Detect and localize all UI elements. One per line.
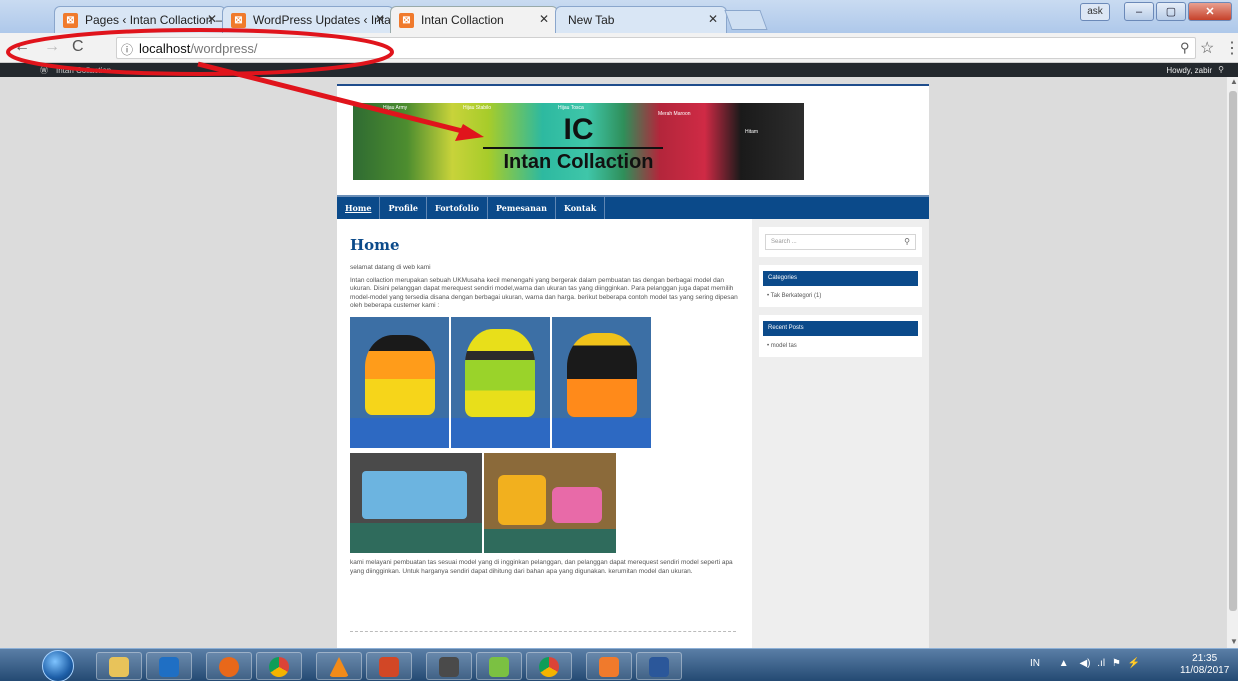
header-color-label: Hijau Stabilo	[463, 105, 492, 111]
bag-photo[interactable]	[552, 316, 651, 448]
scroll-up-icon[interactable]: ▲	[1230, 77, 1238, 86]
system-clock[interactable]: 21:35 11/08/2017	[1180, 653, 1229, 677]
menu-dots-icon[interactable]: ⋮	[1224, 38, 1238, 58]
scroll-down-icon[interactable]: ▼	[1230, 637, 1238, 646]
taskbar-explorer[interactable]	[96, 652, 142, 680]
nav-home[interactable]: Home	[337, 197, 381, 219]
taskbar-firefox[interactable]	[206, 652, 252, 680]
url-path: /wordpress/	[190, 41, 258, 56]
vertical-scrollbar[interactable]: ▲ ▼	[1226, 77, 1238, 648]
taskbar-powerpoint[interactable]	[366, 652, 412, 680]
xampp-favicon-icon: ⊠	[399, 13, 414, 28]
tab-new-tab[interactable]: New Tab ✕	[555, 6, 727, 33]
close-tab-icon[interactable]: ✕	[708, 12, 718, 26]
browser-tab-strip: ⊠ Pages ‹ Intan Collaction – ✕ ⊠ WordPre…	[0, 0, 1238, 33]
howdy-user[interactable]: Howdy, zabir	[1166, 66, 1212, 75]
clock-time: 21:35	[1192, 653, 1218, 664]
admin-site-name[interactable]: Intan Collaction	[56, 66, 111, 75]
search-icon[interactable]: ⚲	[904, 237, 910, 246]
close-tab-icon[interactable]: ✕	[207, 12, 217, 26]
bag-photo[interactable]	[350, 316, 449, 448]
bag-photo[interactable]	[451, 316, 550, 448]
xampp-favicon-icon: ⊠	[231, 13, 246, 28]
taskbar-chrome-2[interactable]	[526, 652, 572, 680]
search-widget: Search ... ⚲	[759, 227, 922, 257]
tab-intan-collaction[interactable]: ⊠ Intan Collaction ✕	[390, 6, 558, 33]
signal-icon[interactable]: .ıl	[1097, 658, 1105, 669]
nav-fortofolio[interactable]: Fortofolio	[427, 197, 488, 219]
tab-pages[interactable]: ⊠ Pages ‹ Intan Collaction – ✕	[54, 6, 226, 33]
recent-posts-title: Recent Posts	[763, 321, 918, 336]
list-item[interactable]: • model tas	[759, 336, 922, 355]
forward-arrow-icon[interactable]: →	[44, 38, 60, 56]
zoom-icon[interactable]: ⚲	[1180, 40, 1190, 56]
reload-icon[interactable]: C	[72, 38, 84, 56]
volume-icon[interactable]: ◀)	[1079, 658, 1090, 669]
header-color-label: Hijau Tosca	[558, 105, 584, 111]
close-tab-icon[interactable]: ✕	[539, 12, 549, 26]
bag-photo[interactable]	[484, 452, 616, 553]
nav-kontak[interactable]: Kontak	[556, 197, 606, 219]
header-site-title: Intan Collaction	[503, 151, 654, 173]
url-host: localhost	[139, 41, 191, 56]
language-badge: ask	[1080, 3, 1110, 21]
nav-profile[interactable]: Profile	[380, 197, 427, 219]
input-language[interactable]: IN	[1030, 658, 1040, 669]
taskbar-vlc[interactable]	[316, 652, 362, 680]
bag-photo[interactable]	[350, 452, 482, 553]
search-input[interactable]: Search ... ⚲	[765, 234, 916, 250]
minimize-button[interactable]: –	[1124, 2, 1154, 21]
nav-pemesanan[interactable]: Pemesanan	[488, 197, 556, 219]
xampp-favicon-icon: ⊠	[63, 13, 78, 28]
start-button[interactable]	[42, 650, 74, 681]
page-title: Home	[350, 236, 400, 254]
header-divider	[483, 147, 663, 149]
back-arrow-icon[interactable]: ←	[14, 38, 30, 56]
address-bar[interactable]: ⓘ localhost/wordpress/	[116, 37, 1196, 59]
product-gallery	[350, 316, 740, 553]
categories-widget: Categories • Tak Berkategori (1)	[759, 265, 922, 307]
system-tray[interactable]: IN ▲ ◀) .ıl ⚑ ⚡	[1030, 658, 1140, 669]
show-hidden-icons-icon[interactable]: ▲	[1059, 658, 1069, 669]
header-color-label: Hijau Army	[383, 105, 408, 111]
intro-text: selamat datang di web kami	[350, 264, 431, 271]
taskbar-chrome[interactable]	[256, 652, 302, 680]
sidebar: Search ... ⚲ Categories • Tak Berkategor…	[752, 219, 929, 648]
close-tab-icon[interactable]: ✕	[375, 12, 385, 26]
clock-date: 11/08/2017	[1180, 665, 1230, 676]
main-content: Home selamat datang di web kami Intan co…	[350, 236, 740, 580]
taskbar-sublime[interactable]	[426, 652, 472, 680]
paragraph-1: Intan collaction merupakan sebuah UKMusa…	[350, 276, 738, 310]
tab-wordpress-updates[interactable]: ⊠ WordPress Updates ‹ Inta ✕	[222, 6, 394, 33]
browser-toolbar: ← → C ⓘ localhost/wordpress/ ⚲ ☆ ⋮	[0, 33, 1238, 63]
taskbar-xampp[interactable]	[586, 652, 632, 680]
windows-taskbar: IN ▲ ◀) .ıl ⚑ ⚡ 21:35 11/08/2017	[0, 648, 1238, 681]
action-center-flag-icon[interactable]: ⚑	[1112, 658, 1121, 669]
admin-search-icon[interactable]: ⚲	[1218, 65, 1224, 74]
wp-admin-bar: Ⓦ Intan Collaction Howdy, zabir ⚲	[0, 63, 1238, 77]
main-navigation: Home Profile Fortofolio Pemesanan Kontak	[337, 195, 929, 219]
taskbar-media-player[interactable]	[146, 652, 192, 680]
screen: ⊠ Pages ‹ Intan Collaction – ✕ ⊠ WordPre…	[0, 0, 1238, 681]
power-icon[interactable]: ⚡	[1128, 658, 1140, 669]
header-ic-logo: IC	[563, 113, 594, 146]
bookmark-star-icon[interactable]: ☆	[1200, 38, 1214, 58]
scroll-thumb[interactable]	[1229, 91, 1237, 611]
categories-title: Categories	[763, 271, 918, 286]
window-controls: – ▢ ✕	[1122, 2, 1232, 22]
taskbar-word[interactable]	[636, 652, 682, 680]
info-icon[interactable]: ⓘ	[121, 41, 133, 58]
recent-posts-widget: Recent Posts • model tas	[759, 315, 922, 357]
paragraph-2: kami melayani pembuatan tas sesuai model…	[350, 558, 733, 575]
page-viewport: Hijau Army Hijau Stabilo Hijau Tosca Mer…	[38, 77, 1226, 648]
site-container: Hijau Army Hijau Stabilo Hijau Tosca Mer…	[337, 84, 929, 648]
new-tab-button[interactable]	[724, 10, 768, 30]
maximize-button[interactable]: ▢	[1156, 2, 1186, 21]
wordpress-logo-icon[interactable]: Ⓦ	[40, 65, 48, 76]
taskbar-sticky-notes[interactable]	[476, 652, 522, 680]
header-banner[interactable]: Hijau Army Hijau Stabilo Hijau Tosca Mer…	[353, 103, 804, 180]
content-divider	[350, 631, 736, 632]
close-window-button[interactable]: ✕	[1188, 2, 1232, 21]
list-item[interactable]: • Tak Berkategori (1)	[759, 286, 922, 305]
